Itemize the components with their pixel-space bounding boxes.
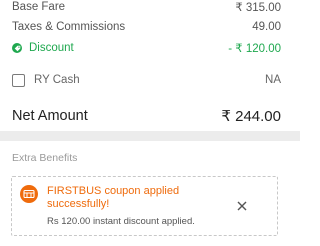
discount-left: Discount: [12, 42, 74, 54]
ry-cash-value: NA: [265, 74, 281, 86]
discount-row: Discount - ₹ 120.00: [12, 40, 281, 56]
base-fare-row: Base Fare ₹ 315.00: [12, 0, 281, 14]
ry-cash-label: RY Cash: [34, 74, 80, 86]
net-amount-value: ₹ 244.00: [221, 108, 281, 125]
extra-benefits-title: Extra Benefits: [12, 152, 78, 164]
discount-value: - ₹ 120.00: [228, 43, 281, 55]
discount-label: Discount: [29, 42, 74, 54]
coupon-subtitle: Rs 120.00 instant discount applied.: [47, 216, 195, 227]
coupon-card: FIRSTBUS coupon applied successfully! Rs…: [11, 176, 278, 236]
discount-icon: [12, 43, 22, 53]
base-fare-label: Base Fare: [12, 1, 66, 13]
net-amount-label: Net Amount: [12, 108, 88, 124]
taxes-value: 49.00: [252, 21, 281, 33]
coupon-icon: [20, 185, 38, 203]
taxes-row: Taxes & Commissions 49.00: [12, 19, 281, 35]
ry-cash-checkbox[interactable]: [12, 73, 25, 87]
taxes-label: Taxes & Commissions: [12, 21, 126, 33]
base-fare-value: ₹ 315.00: [235, 2, 281, 14]
ry-cash-left: RY Cash: [12, 73, 80, 87]
ry-cash-row[interactable]: RY Cash NA: [12, 71, 281, 89]
close-icon[interactable]: [235, 199, 249, 213]
net-amount-row: Net Amount ₹ 244.00: [12, 105, 281, 127]
coupon-title: FIRSTBUS coupon applied successfully!: [47, 185, 180, 210]
section-divider: [0, 131, 300, 141]
